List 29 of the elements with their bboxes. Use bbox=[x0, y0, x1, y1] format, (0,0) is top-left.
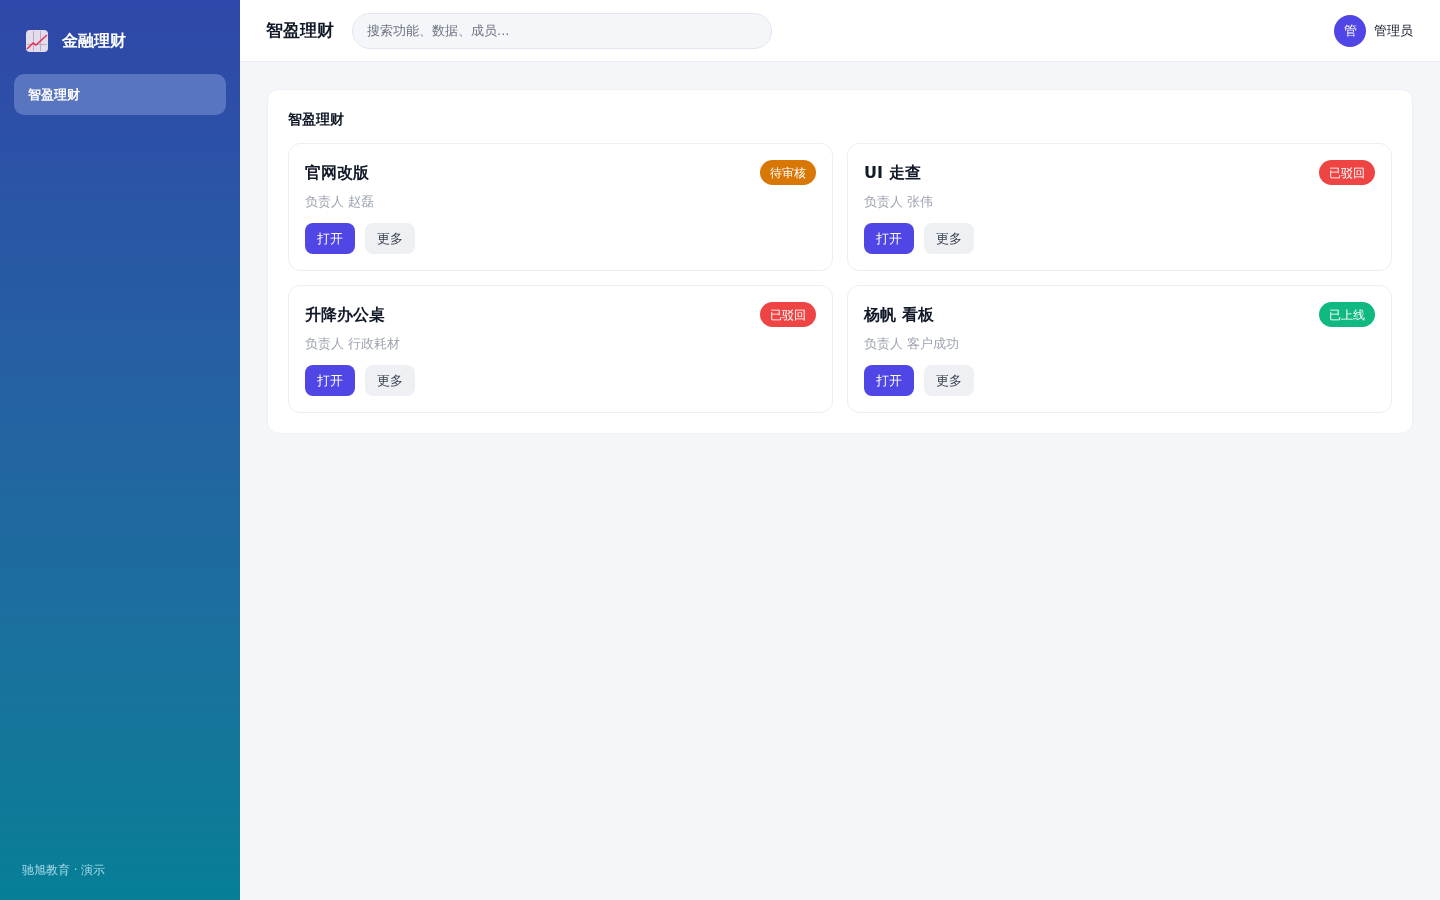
more-button[interactable]: 更多 bbox=[924, 365, 974, 396]
open-button[interactable]: 打开 bbox=[864, 223, 914, 254]
search-field[interactable]: 搜索功能、数据、成员... bbox=[352, 12, 772, 49]
open-button[interactable]: 打开 bbox=[305, 223, 355, 254]
open-button[interactable]: 打开 bbox=[864, 365, 914, 396]
more-button[interactable]: 更多 bbox=[924, 223, 974, 254]
panel-title: 智盈理财 bbox=[288, 110, 345, 129]
user-name: 管理员 bbox=[1374, 21, 1413, 40]
owner-text: 负责人 张伟 bbox=[864, 193, 934, 211]
status-badge: 已驳回 bbox=[760, 302, 816, 327]
page-title: 智盈理财 bbox=[266, 18, 334, 42]
more-button[interactable]: 更多 bbox=[365, 365, 415, 396]
status-badge: 已上线 bbox=[1319, 302, 1375, 327]
status-badge: 待审核 bbox=[760, 160, 816, 185]
chart-icon bbox=[26, 30, 48, 52]
nav-item[interactable]: 智盈理财 bbox=[14, 74, 226, 115]
owner-text: 负责人 行政耗材 bbox=[305, 335, 401, 353]
more-button[interactable]: 更多 bbox=[365, 223, 415, 254]
footer-text: 驰旭教育 · 演示 bbox=[21, 862, 107, 879]
card-title: 官网改版 bbox=[305, 161, 369, 184]
card-title: UI 走查 bbox=[864, 161, 921, 184]
card-title: 杨帆 看板 bbox=[864, 303, 934, 326]
owner-text: 负责人 赵磊 bbox=[305, 193, 375, 211]
status-badge: 已驳回 bbox=[1319, 160, 1375, 185]
card-title: 升降办公桌 bbox=[305, 303, 385, 326]
brand-name: 金融理财 bbox=[62, 30, 126, 52]
avatar[interactable]: 管 bbox=[1334, 14, 1366, 47]
owner-text: 负责人 客户成功 bbox=[864, 335, 960, 353]
open-button[interactable]: 打开 bbox=[305, 365, 355, 396]
